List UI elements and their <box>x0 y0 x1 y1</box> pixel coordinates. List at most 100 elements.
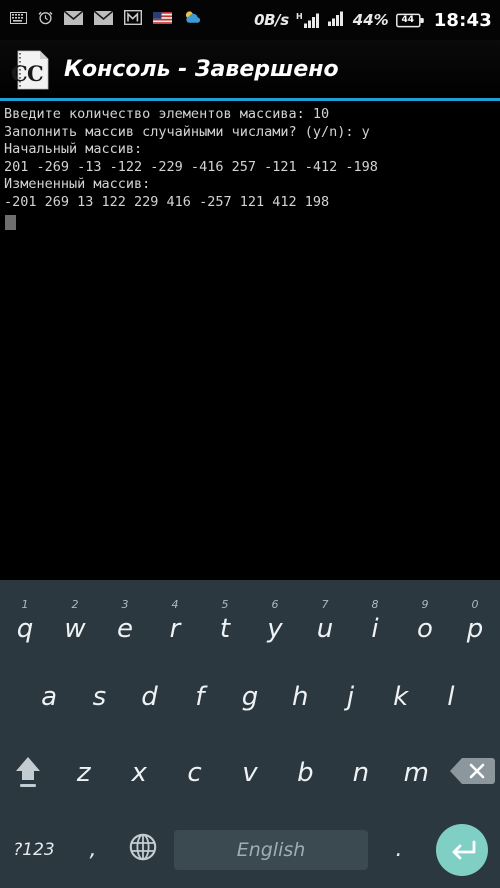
key-q[interactable]: 1 q <box>0 582 50 659</box>
key-c[interactable]: c <box>167 735 222 812</box>
key-m[interactable]: m <box>389 735 444 812</box>
key-c-letter: c <box>187 758 202 789</box>
space-key[interactable]: English <box>168 812 374 888</box>
key-k-letter: k <box>393 681 409 712</box>
key-w[interactable]: 2 w <box>50 582 100 659</box>
key-d[interactable]: d <box>124 659 174 736</box>
space-key-label: English <box>174 829 368 870</box>
key-b[interactable]: b <box>278 735 333 812</box>
key-g-letter: g <box>241 681 259 712</box>
key-o-letter: o <box>417 613 433 644</box>
symbols-key-label: ?123 <box>13 839 55 860</box>
on-screen-keyboard[interactable]: 1 q 2 w 3 e 4 r 5 t 6 y 7 u 8 i 9 o 0 p … <box>0 578 500 888</box>
key-q-number: 1 <box>21 597 29 611</box>
console-line: Измененный массив: <box>4 176 151 192</box>
shift-arrow-icon <box>11 752 45 795</box>
key-f[interactable]: f <box>175 659 225 736</box>
enter-key[interactable] <box>424 812 500 888</box>
key-o-number: 9 <box>421 597 429 611</box>
keyboard-row-2: a s d f g h j k l <box>0 659 500 736</box>
key-f-letter: f <box>195 681 205 712</box>
page-title: Консоль - Завершено <box>64 56 339 82</box>
keyboard-icon <box>10 11 27 29</box>
app-title-bar: C C Консоль - Завершено <box>0 40 500 98</box>
key-r-letter: r <box>169 613 181 644</box>
key-e-letter: e <box>117 613 133 644</box>
period-key-label: . <box>395 837 403 863</box>
key-u[interactable]: 7 u <box>300 582 350 659</box>
backspace-icon <box>449 755 495 792</box>
status-bar-notification-icons <box>10 9 202 30</box>
c-cpp-document-icon: C C <box>10 49 54 90</box>
signal-bars-icon-1: H <box>296 12 321 28</box>
key-z[interactable]: z <box>56 735 111 812</box>
key-j[interactable]: j <box>325 659 375 736</box>
enter-icon <box>436 823 488 876</box>
period-key[interactable]: . <box>374 812 424 888</box>
key-l-letter: l <box>447 681 455 712</box>
key-y-letter: y <box>267 613 283 644</box>
key-g[interactable]: g <box>225 659 275 736</box>
key-d-letter: d <box>141 681 158 712</box>
symbols-key[interactable]: ?123 <box>0 812 68 888</box>
key-a[interactable]: a <box>24 659 74 736</box>
key-z-letter: z <box>76 758 91 789</box>
console-line: Введите количество элементов массива: 10 <box>4 106 330 122</box>
key-p-letter: p <box>466 613 484 644</box>
weather-cloud-sun-icon <box>183 10 202 30</box>
comma-key[interactable]: , <box>68 812 118 888</box>
phone-screen: 0B/s H 44% 44 18:43 C C Консоль - Заверш… <box>0 0 500 888</box>
key-i[interactable]: 8 i <box>350 582 400 659</box>
key-v[interactable]: v <box>222 735 277 812</box>
key-k[interactable]: k <box>376 659 426 736</box>
svg-text:C: C <box>27 61 44 86</box>
svg-text:H: H <box>296 12 303 21</box>
key-u-letter: u <box>316 613 334 644</box>
shift-key[interactable] <box>0 735 56 812</box>
console-line: -201 269 13 122 229 416 -257 121 412 198 <box>4 193 330 210</box>
key-x[interactable]: x <box>111 735 166 812</box>
key-r[interactable]: 4 r <box>150 582 200 659</box>
us-flag-icon <box>153 11 172 29</box>
key-i-number: 8 <box>371 597 379 611</box>
battery-icon: 44 <box>395 13 424 28</box>
gmail-icon <box>123 9 143 30</box>
key-b-letter: b <box>297 758 314 789</box>
clock-label: 18:43 <box>433 9 492 31</box>
key-p-number: 0 <box>471 597 479 611</box>
key-p[interactable]: 0 p <box>450 582 500 659</box>
console-line: Заполнить массив случайными числами? (y/… <box>4 123 370 140</box>
key-t-letter: t <box>219 613 231 644</box>
svg-text:C: C <box>11 61 28 86</box>
status-bar: 0B/s H 44% 44 18:43 <box>0 0 500 40</box>
key-t-number: 5 <box>221 597 229 611</box>
key-h[interactable]: h <box>275 659 325 736</box>
keyboard-row-4: ?123 , English . <box>0 812 500 888</box>
key-i-letter: i <box>371 613 379 644</box>
key-s[interactable]: s <box>74 659 124 736</box>
console-output-area[interactable]: Введите количество элементов массива: 10… <box>0 101 500 578</box>
key-o[interactable]: 9 o <box>400 582 450 659</box>
key-m-letter: m <box>403 758 429 789</box>
key-l[interactable]: l <box>426 659 476 736</box>
key-e[interactable]: 3 e <box>100 582 150 659</box>
globe-icon <box>128 832 158 867</box>
key-h-letter: h <box>291 681 309 712</box>
console-line: Начальный массив: <box>4 141 143 157</box>
battery-percent-label: 44% <box>352 11 389 29</box>
mail-icon-1 <box>63 9 84 30</box>
keyboard-row-3: z x c v b n m <box>0 735 500 812</box>
alarm-clock-icon <box>38 10 53 30</box>
backspace-key[interactable] <box>444 735 500 812</box>
key-y-number: 6 <box>271 597 279 611</box>
key-v-letter: v <box>242 758 258 789</box>
key-n[interactable]: n <box>333 735 388 812</box>
key-r-number: 4 <box>171 597 179 611</box>
key-u-number: 7 <box>321 597 329 611</box>
key-t[interactable]: 5 t <box>200 582 250 659</box>
network-speed-label: 0B/s <box>254 11 289 29</box>
key-j-letter: j <box>346 681 355 712</box>
language-globe-key[interactable] <box>118 812 168 888</box>
key-y[interactable]: 6 y <box>250 582 300 659</box>
key-e-number: 3 <box>121 597 129 611</box>
